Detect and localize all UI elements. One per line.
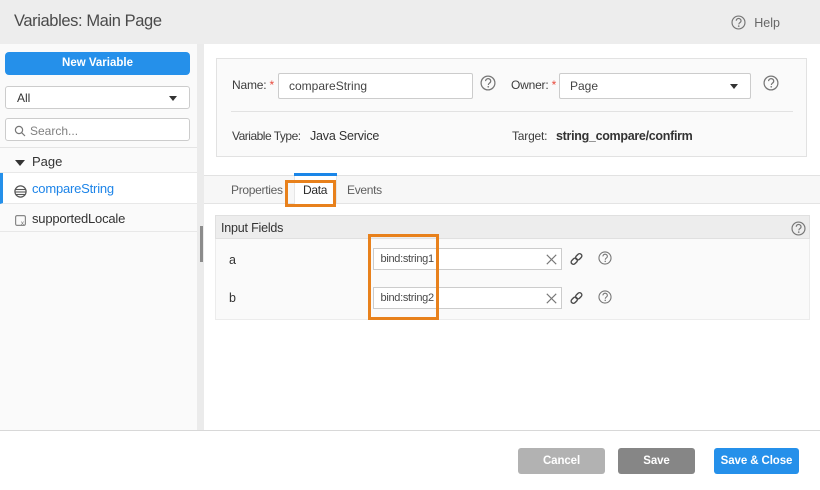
- svg-text:x: x: [21, 220, 25, 226]
